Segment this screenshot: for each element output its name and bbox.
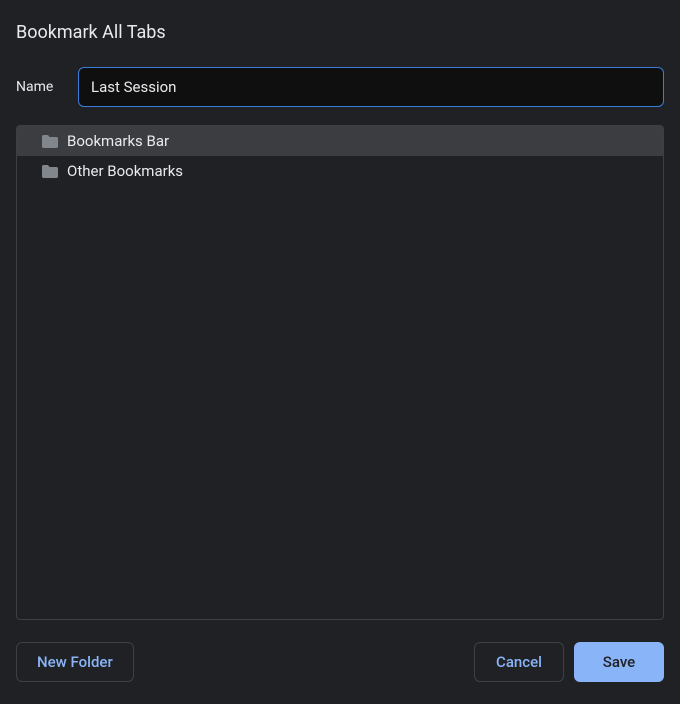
name-row: Name	[16, 67, 664, 107]
tree-item-label: Bookmarks Bar	[67, 132, 169, 150]
folder-icon	[41, 164, 59, 179]
bookmark-all-tabs-dialog: Bookmark All Tabs Name Bookmarks Bar Oth…	[0, 0, 680, 704]
dialog-title: Bookmark All Tabs	[16, 22, 664, 43]
button-row: New Folder Cancel Save	[16, 642, 664, 688]
folder-icon	[41, 134, 59, 149]
tree-item-label: Other Bookmarks	[67, 162, 183, 180]
button-group-right: Cancel Save	[474, 642, 664, 682]
tree-item-other-bookmarks[interactable]: Other Bookmarks	[17, 156, 663, 186]
cancel-button[interactable]: Cancel	[474, 642, 564, 682]
name-label: Name	[16, 79, 78, 95]
tree-item-bookmarks-bar[interactable]: Bookmarks Bar	[17, 126, 663, 156]
new-folder-button[interactable]: New Folder	[16, 642, 134, 682]
bookmark-name-input[interactable]	[78, 67, 664, 107]
save-button[interactable]: Save	[574, 642, 664, 682]
folder-tree[interactable]: Bookmarks Bar Other Bookmarks	[16, 125, 664, 620]
